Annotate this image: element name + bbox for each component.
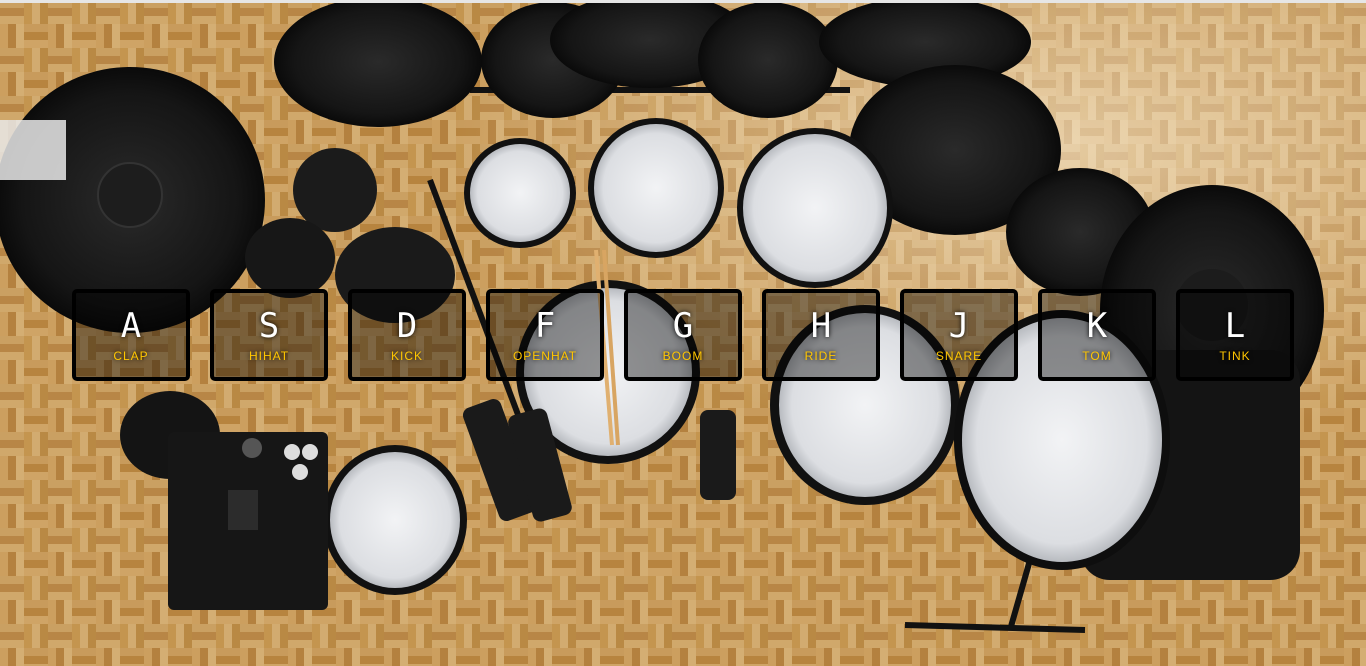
sound-label: TOM (1082, 349, 1112, 363)
drum-key-s[interactable]: S HIHAT (210, 289, 328, 381)
key-letter: D (396, 306, 418, 346)
sound-label: OPENHAT (512, 349, 578, 363)
sound-label: SNARE (935, 349, 983, 363)
sound-label: CLAP (113, 349, 149, 363)
key-letter: L (1224, 306, 1246, 346)
drum-key-d[interactable]: D KICK (348, 289, 466, 381)
key-letter: J (948, 306, 970, 346)
sound-label: RIDE (804, 349, 838, 363)
key-letter: K (1086, 306, 1108, 346)
drum-key-l[interactable]: L TINK (1176, 289, 1294, 381)
sound-label: HIHAT (248, 349, 290, 363)
drum-keys: A CLAP S HIHAT D KICK F OPENHAT G BOOM H… (72, 289, 1294, 381)
sound-label: KICK (390, 349, 423, 363)
key-letter: H (810, 306, 832, 346)
drum-kit-page: A CLAP S HIHAT D KICK F OPENHAT G BOOM H… (0, 0, 1366, 666)
drum-key-g[interactable]: G BOOM (624, 289, 742, 381)
key-letter: F (534, 306, 556, 346)
sound-label: BOOM (662, 349, 704, 363)
drum-key-k[interactable]: K TOM (1038, 289, 1156, 381)
key-letter: A (120, 306, 142, 346)
drum-key-f[interactable]: F OPENHAT (486, 289, 604, 381)
top-border (0, 0, 1366, 3)
sound-label: TINK (1219, 349, 1251, 363)
drum-key-h[interactable]: H RIDE (762, 289, 880, 381)
key-letter: G (672, 306, 694, 346)
key-letter: S (258, 306, 280, 346)
drum-key-j[interactable]: J SNARE (900, 289, 1018, 381)
drum-key-a[interactable]: A CLAP (72, 289, 190, 381)
